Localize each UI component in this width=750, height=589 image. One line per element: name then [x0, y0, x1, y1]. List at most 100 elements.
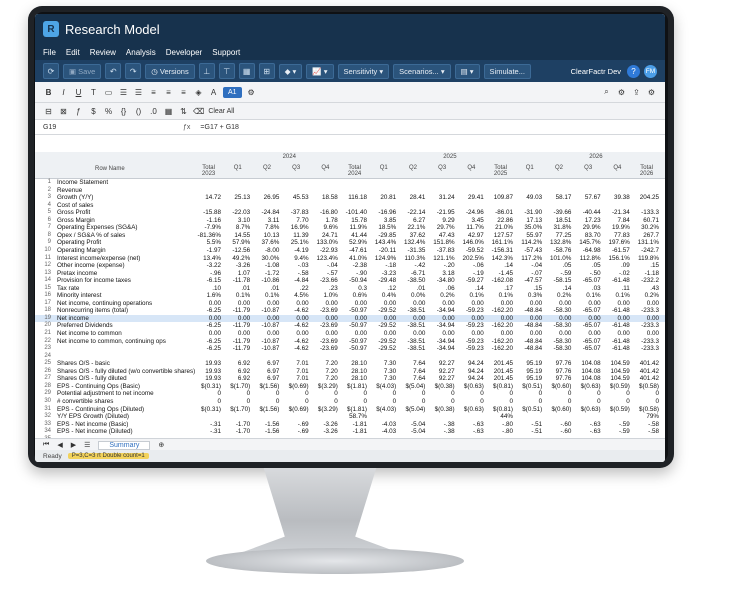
- table-cell[interactable]: -34.94: [429, 307, 455, 314]
- table-cell[interactable]: -162.20: [487, 338, 513, 345]
- next-sheet-icon[interactable]: ▶: [71, 441, 76, 449]
- table-cell[interactable]: -.03: [283, 262, 309, 269]
- font-color-icon[interactable]: A: [208, 86, 219, 98]
- table-cell[interactable]: -38.51: [399, 322, 426, 329]
- table-cell[interactable]: 39.38: [604, 194, 630, 201]
- row-number[interactable]: 25: [35, 360, 51, 366]
- table-cell[interactable]: 0.00: [575, 300, 600, 307]
- table-cell[interactable]: -4.62: [283, 345, 308, 352]
- table-row[interactable]: 34 EPS - Net income (Diluted) -.31 -1.70 -1.…: [35, 428, 665, 436]
- table-cell[interactable]: $(4.03): [370, 383, 396, 390]
- table-cell[interactable]: -11.79: [224, 322, 250, 329]
- table-cell[interactable]: 41.44: [341, 232, 367, 239]
- table-cell[interactable]: 44%: [487, 413, 513, 420]
- table-cell[interactable]: 0.00: [604, 330, 630, 337]
- table-cell[interactable]: -.42: [399, 262, 426, 269]
- table-cell[interactable]: $(1.81): [341, 383, 367, 390]
- table-cell[interactable]: 204.25: [633, 194, 659, 201]
- table-cell[interactable]: 0.00: [283, 300, 308, 307]
- table-cell[interactable]: -133.3: [633, 209, 659, 216]
- table-cell[interactable]: -2.38: [341, 262, 367, 269]
- table-cell[interactable]: 94.24: [458, 375, 484, 382]
- table-cell[interactable]: 11.7%: [458, 224, 483, 231]
- table-cell[interactable]: 0: [458, 390, 484, 397]
- table-cell[interactable]: 0: [341, 390, 367, 397]
- table-row[interactable]: 11 Interest income/expense (net) 13.4% 49.2…: [35, 255, 665, 263]
- table-cell[interactable]: -4.03: [370, 421, 396, 428]
- table-cell[interactable]: -.90: [341, 270, 367, 277]
- table-cell[interactable]: 7.30: [370, 375, 396, 382]
- table-cell[interactable]: -233.3: [633, 338, 659, 345]
- table-cell[interactable]: 0: [312, 390, 338, 397]
- table-cell[interactable]: -58.30: [545, 338, 572, 345]
- table-cell[interactable]: 25.1%: [283, 239, 309, 246]
- table-cell[interactable]: 60.71: [633, 217, 659, 224]
- table-cell[interactable]: -47.57: [516, 277, 542, 284]
- italic-icon[interactable]: I: [58, 86, 69, 98]
- table-cell[interactable]: 3.11: [253, 217, 280, 224]
- clear-all-button[interactable]: Clear All: [208, 108, 234, 115]
- decimal-icon[interactable]: .0: [148, 105, 159, 117]
- table-cell[interactable]: -16.96: [370, 209, 396, 216]
- row-label[interactable]: Income Statement: [57, 179, 108, 186]
- row-label[interactable]: # convertible shares: [57, 398, 113, 405]
- table-cell[interactable]: 28.10: [341, 375, 367, 382]
- table-cell[interactable]: -23.69: [312, 322, 338, 329]
- table-cell[interactable]: -1.18: [633, 270, 659, 277]
- table-cell[interactable]: 146.0%: [458, 239, 483, 246]
- row-number[interactable]: 12: [35, 262, 51, 268]
- table-cell[interactable]: -48.84: [516, 322, 542, 329]
- row-number[interactable]: 18: [35, 307, 51, 313]
- table-cell[interactable]: -24.84: [253, 209, 280, 216]
- table-cell[interactable]: $(0.51): [516, 406, 542, 413]
- table-cell[interactable]: 0.00: [516, 300, 542, 307]
- table-cell[interactable]: .05: [545, 262, 572, 269]
- table-cell[interactable]: 0: [370, 390, 397, 397]
- table-cell[interactable]: -58.30: [545, 307, 572, 314]
- table-cell[interactable]: -37.83: [429, 247, 455, 254]
- table-cell[interactable]: 119.8%: [633, 255, 659, 262]
- table-cell[interactable]: -4.03: [370, 428, 396, 435]
- table-cell[interactable]: -10.87: [253, 345, 280, 352]
- table-cell[interactable]: 104.08: [575, 360, 600, 367]
- search-icon[interactable]: ⌕: [601, 86, 612, 98]
- row-label[interactable]: Shares O/S - basic: [57, 360, 110, 367]
- table-cell[interactable]: $(0.58): [633, 406, 659, 413]
- table-cell[interactable]: -6.15: [195, 277, 221, 284]
- table-cell[interactable]: 0.00: [458, 315, 484, 322]
- table-cell[interactable]: 3.10: [224, 217, 250, 224]
- table-cell[interactable]: -.38: [429, 428, 455, 435]
- table-cell[interactable]: 94.24: [458, 368, 484, 375]
- table-cell[interactable]: -11.79: [224, 338, 250, 345]
- table-cell[interactable]: 104.08: [575, 368, 600, 375]
- column-header-cell[interactable]: Q3: [283, 165, 310, 171]
- table-cell[interactable]: 0: [633, 398, 659, 405]
- table-cell[interactable]: 143.4%: [370, 239, 396, 246]
- table-cell[interactable]: 0: [604, 390, 630, 397]
- table-row[interactable]: 32 Y/Y EPS Growth (Diluted) 58.7% 44% 79%: [35, 413, 665, 421]
- table-cell[interactable]: 0.00: [224, 300, 250, 307]
- row-label[interactable]: Operating Expenses (SG&A): [57, 224, 138, 231]
- table-cell[interactable]: 0.00: [575, 330, 600, 337]
- table-cell[interactable]: 41.0%: [341, 255, 367, 262]
- table-cell[interactable]: -48.84: [516, 307, 542, 314]
- table-cell[interactable]: 30.2%: [633, 224, 659, 231]
- table-cell[interactable]: -59.52: [458, 247, 484, 254]
- table-cell[interactable]: -4.62: [283, 322, 308, 329]
- table-cell[interactable]: -57.43: [516, 247, 542, 254]
- table-cell[interactable]: 0.4%: [370, 292, 396, 299]
- settings-gear-icon[interactable]: ⚙: [646, 86, 657, 98]
- table-cell[interactable]: -59.27: [458, 277, 484, 284]
- table-cell[interactable]: 3.85: [370, 217, 396, 224]
- table-cell[interactable]: -34.80: [429, 277, 455, 284]
- indent-icon[interactable]: ☰: [118, 86, 129, 98]
- table-cell[interactable]: -15.88: [195, 209, 221, 216]
- table-cell[interactable]: 13.4%: [195, 255, 221, 262]
- table-cell[interactable]: 7.70: [283, 217, 308, 224]
- table-cell[interactable]: -.31: [195, 421, 221, 428]
- table-cell[interactable]: 7.01: [283, 375, 308, 382]
- help-icon[interactable]: ?: [627, 64, 640, 78]
- table-cell[interactable]: $(3.29): [312, 383, 338, 390]
- table-cell[interactable]: 0.00: [224, 315, 250, 322]
- table-cell[interactable]: 401.42: [633, 360, 659, 367]
